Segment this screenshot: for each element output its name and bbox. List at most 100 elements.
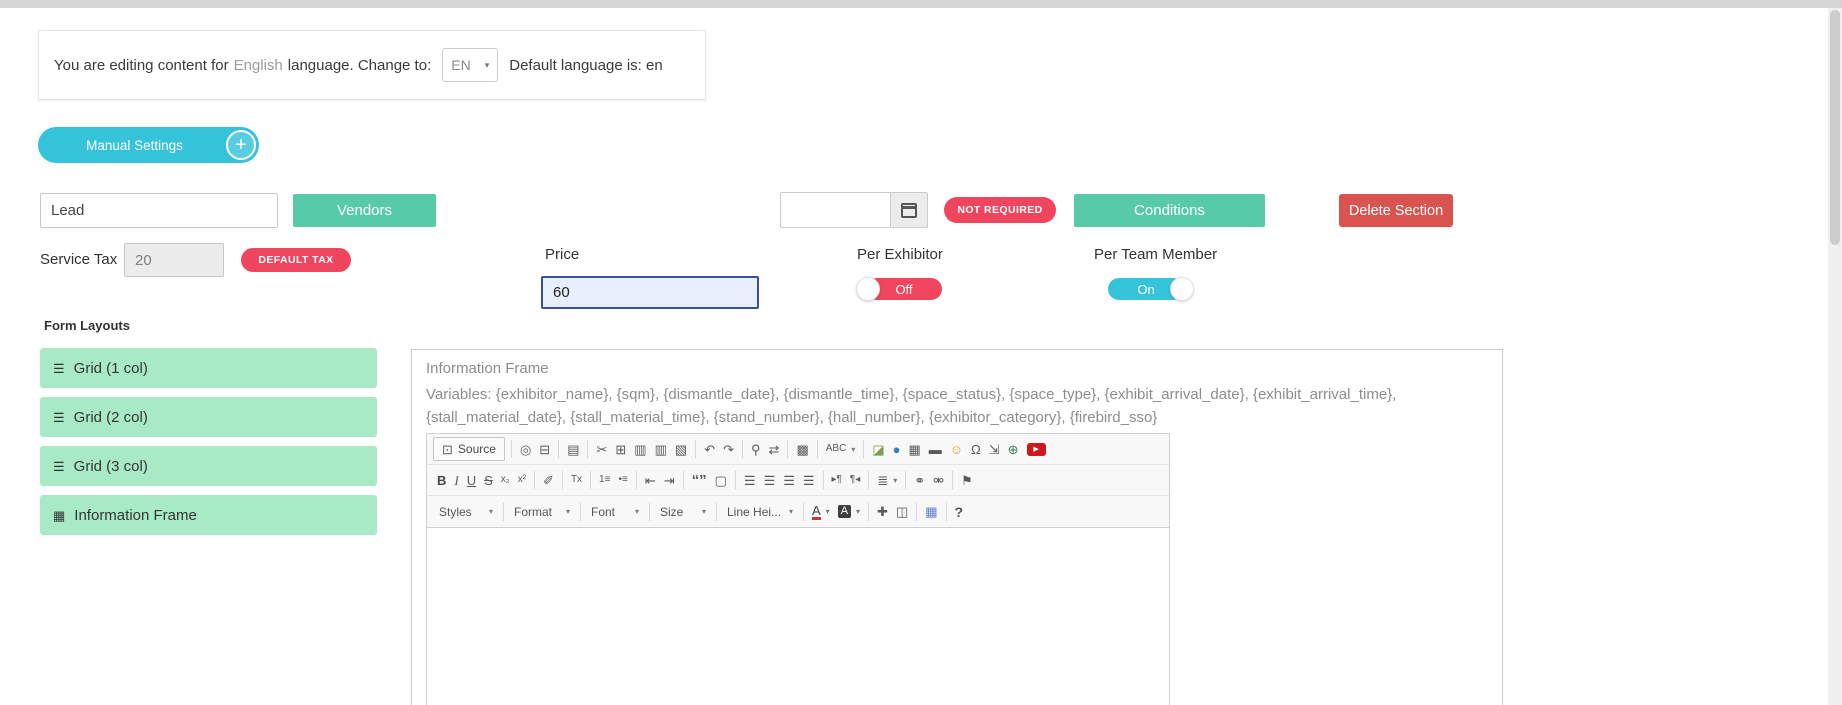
date-input[interactable]	[780, 192, 890, 228]
layout-item-label: Grid (2 col)	[74, 409, 148, 426]
maximize-icon[interactable]: ✚	[873, 503, 892, 520]
paste-icon[interactable]: ▥	[630, 441, 650, 458]
line-height-select[interactable]: Line Hei...▾	[721, 503, 799, 521]
remove-format-icon[interactable]: Tx	[567, 473, 586, 487]
indent-icon[interactable]: ⇥	[660, 472, 679, 489]
plus-icon[interactable]: +	[226, 130, 256, 160]
info-frame-variables: Variables: {exhibitor_name}, {sqm}, {dis…	[426, 383, 1484, 429]
grid-icon[interactable]: ▦	[921, 503, 941, 520]
align-left-icon[interactable]: ☰	[740, 472, 760, 489]
toolbar-separator	[534, 471, 535, 489]
list-icon: ☰	[53, 362, 65, 375]
toolbar-separator	[695, 440, 696, 458]
spell-check-icon[interactable]: ABC▾	[822, 442, 860, 456]
horizontal-rule-icon[interactable]: ▬	[925, 441, 946, 458]
per-team-member-toggle[interactable]: On	[1108, 277, 1194, 301]
youtube-icon[interactable]: ▶	[1023, 441, 1050, 458]
page: You are editing content for English lang…	[0, 0, 1842, 705]
find-icon[interactable]: ⚲	[747, 441, 765, 458]
special-char-icon[interactable]: Ω	[967, 441, 985, 458]
select-all-icon[interactable]: ▩	[792, 441, 812, 458]
language-select[interactable]: EN ▾	[442, 48, 498, 82]
calendar-button[interactable]	[890, 192, 928, 228]
language-icon[interactable]: ≣▾	[873, 472, 901, 489]
toolbar-separator	[558, 440, 559, 458]
show-blocks-icon[interactable]: ◫	[892, 503, 912, 520]
blockquote-icon[interactable]: “”	[688, 471, 711, 490]
page-break-icon[interactable]: ⇲	[985, 441, 1004, 458]
toolbar-separator	[580, 503, 581, 521]
paste-text-icon[interactable]: ▥	[651, 441, 671, 458]
size-select[interactable]: Size▾	[654, 503, 712, 521]
image-icon[interactable]: ◪	[868, 441, 888, 458]
editor-content[interactable]	[427, 528, 1169, 705]
bulleted-list-icon[interactable]: •≡	[614, 473, 631, 487]
layout-grid-1col[interactable]: ☰ Grid (1 col)	[40, 348, 377, 388]
undo-icon[interactable]: ↶	[700, 441, 719, 458]
justify-icon[interactable]: ☰	[799, 472, 819, 489]
toggle-knob[interactable]	[856, 277, 880, 301]
toolbar-separator	[683, 471, 684, 489]
manual-settings-button[interactable]: Manual Settings +	[38, 127, 259, 163]
about-icon[interactable]: ?	[951, 503, 968, 521]
text-color-icon[interactable]: A▾	[808, 502, 834, 522]
banner-text-middle: language. Change to:	[288, 57, 431, 74]
preview-icon[interactable]: ◎	[516, 441, 535, 458]
styles-select[interactable]: Styles▾	[433, 503, 499, 521]
anchor-icon[interactable]: ⚑	[957, 472, 977, 489]
outdent-icon[interactable]: ⇤	[641, 472, 660, 489]
layout-item-label: Grid (3 col)	[74, 458, 148, 475]
scrollbar-track[interactable]	[1828, 8, 1842, 705]
toggle-knob[interactable]	[1170, 277, 1194, 301]
bidi-ltr-icon[interactable]: ▸¶	[828, 473, 846, 487]
default-tax-button[interactable]: DEFAULT TAX	[241, 248, 351, 272]
cut-icon[interactable]: ✂	[592, 441, 611, 458]
bold-icon[interactable]: B	[433, 472, 450, 489]
print-icon[interactable]: ⊟	[535, 441, 554, 458]
background-color-icon[interactable]: A▾	[834, 503, 864, 520]
layout-information-frame[interactable]: ▦ Information Frame	[40, 495, 377, 535]
copy-icon[interactable]: ⊞	[611, 441, 630, 458]
editor-toolbar: ⊡Source◎⊟▤✂⊞▥▥▧↶↷⚲⇄▩ABC▾◪●▦▬☺Ω⇲⊕▶BIUSx₂x…	[427, 434, 1169, 528]
link-icon[interactable]: ⚭	[910, 472, 929, 489]
align-right-icon[interactable]: ☰	[779, 472, 799, 489]
bidi-rtl-icon[interactable]: ¶◂	[846, 473, 864, 487]
layout-grid-2col[interactable]: ☰ Grid (2 col)	[40, 397, 377, 437]
underline-icon[interactable]: U	[463, 472, 480, 489]
delete-section-button[interactable]: Delete Section	[1339, 194, 1453, 227]
replace-icon[interactable]: ⇄	[765, 441, 784, 458]
section-name-input[interactable]	[40, 193, 278, 228]
browser-edge	[0, 0, 1842, 8]
service-tax-input[interactable]	[124, 243, 224, 277]
paste-word-icon[interactable]: ▧	[671, 441, 691, 458]
div-container-icon[interactable]: ▢	[711, 472, 731, 489]
price-input[interactable]	[541, 276, 759, 309]
source-button[interactable]: ⊡Source	[433, 437, 505, 461]
font-select[interactable]: Font▾	[585, 503, 645, 521]
table-icon[interactable]: ▦	[904, 441, 924, 458]
italic-icon[interactable]: I	[450, 472, 462, 489]
toolbar-separator	[562, 471, 563, 489]
date-field-group	[780, 192, 928, 228]
superscript-icon[interactable]: x²	[514, 473, 530, 487]
vendors-button[interactable]: Vendors	[293, 194, 436, 227]
iframe-icon[interactable]: ⊕	[1004, 441, 1023, 458]
flash-icon[interactable]: ●	[889, 441, 905, 458]
copy-formatting-icon[interactable]: ✐	[539, 472, 558, 489]
conditions-button[interactable]: Conditions	[1074, 194, 1265, 227]
redo-icon[interactable]: ↷	[719, 441, 738, 458]
toggle-state-label: Off	[895, 282, 912, 297]
format-select[interactable]: Format▾	[508, 503, 576, 521]
scrollbar-thumb[interactable]	[1830, 10, 1840, 245]
strike-icon[interactable]: S	[480, 472, 497, 489]
unlink-icon[interactable]: ⚮	[929, 472, 948, 489]
numbered-list-icon[interactable]: 1≡	[595, 473, 614, 487]
smiley-icon[interactable]: ☺	[946, 441, 967, 458]
toolbar-row: Styles▾ Format▾ Font▾ Size▾ Line Hei...▾ A▾A▾…	[427, 496, 1169, 527]
per-exhibitor-toggle[interactable]: Off	[856, 277, 942, 301]
layout-grid-3col[interactable]: ☰ Grid (3 col)	[40, 446, 377, 486]
align-center-icon[interactable]: ☰	[760, 472, 780, 489]
per-exhibitor-label: Per Exhibitor	[857, 246, 943, 263]
subscript-icon[interactable]: x₂	[497, 473, 514, 487]
templates-icon[interactable]: ▤	[563, 441, 583, 458]
